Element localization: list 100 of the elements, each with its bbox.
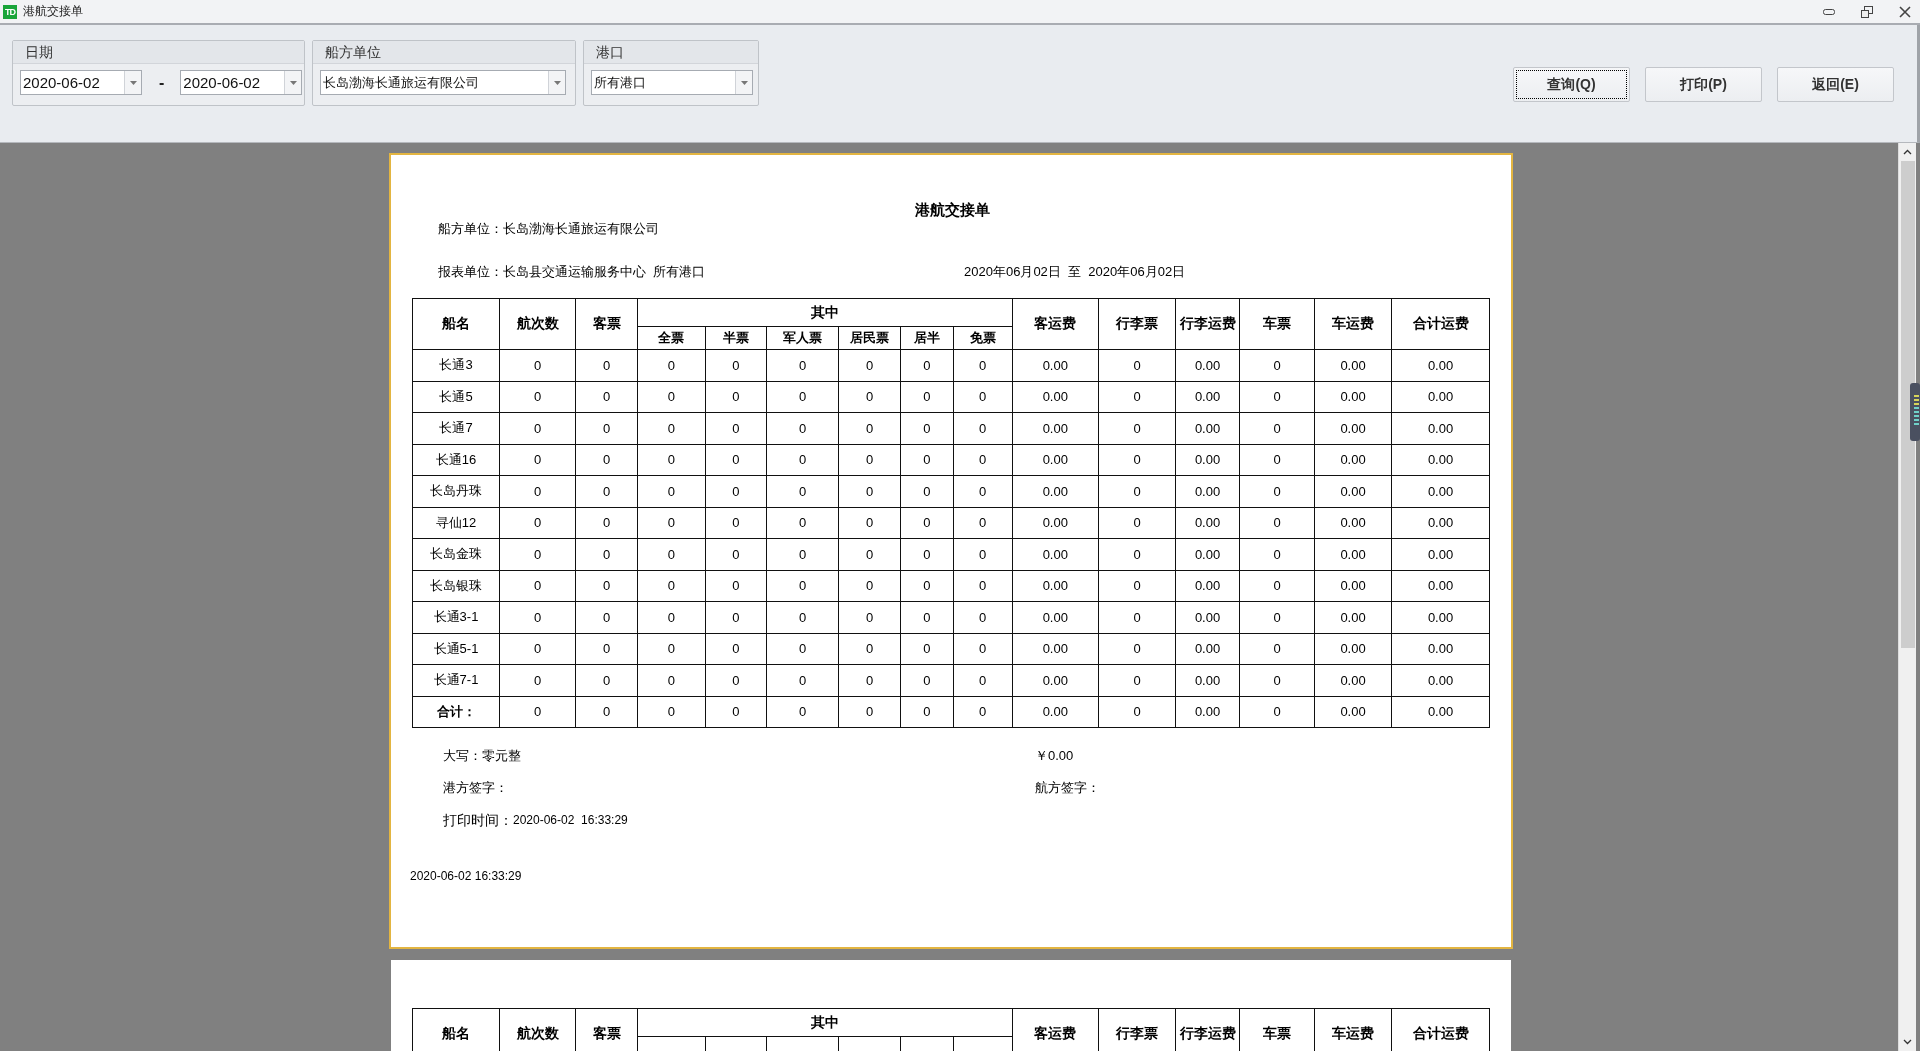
table-cell: 0.00 xyxy=(1391,601,1490,633)
column-header: 船名 xyxy=(412,298,500,350)
table-cell: 0 xyxy=(575,538,638,570)
table-cell: 0 xyxy=(900,696,953,728)
dropdown-arrow-icon[interactable] xyxy=(289,80,297,85)
scroll-thumb[interactable] xyxy=(1900,161,1915,648)
ship-unit-text: 船方单位：长岛渤海长通旅运有限公司 xyxy=(437,220,660,238)
table-cell: 0 xyxy=(766,475,839,507)
table-cell: 0 xyxy=(953,507,1013,539)
table-cell: 0 xyxy=(766,570,839,602)
table-cell: 0.00 xyxy=(1391,538,1490,570)
table-cell: 0 xyxy=(766,412,839,444)
minimize-icon[interactable] xyxy=(1823,8,1835,15)
table-cell: 长岛金珠 xyxy=(412,538,500,570)
table-cell: 0 xyxy=(766,601,839,633)
dropdown[interactable]: 长岛渤海长通旅运有限公司 xyxy=(320,70,566,95)
table-cell: 0.00 xyxy=(1012,475,1099,507)
table-cell: 0 xyxy=(953,538,1013,570)
column-header: 合计运费 xyxy=(1391,1008,1490,1051)
table-cell: 0.00 xyxy=(1314,570,1392,602)
column-header: 客票 xyxy=(575,1008,638,1051)
table-cell: 0.00 xyxy=(1391,507,1490,539)
table-cell: 0 xyxy=(705,601,767,633)
table-cell: 0 xyxy=(575,412,638,444)
scroll-down-icon[interactable] xyxy=(1903,1039,1912,1045)
page-footer-text: 2020-06-02 16:33:29 xyxy=(409,868,523,885)
table-cell: 0 xyxy=(953,601,1013,633)
table-cell: 0 xyxy=(1239,538,1315,570)
group-label: 港口 xyxy=(584,41,758,64)
table-cell: 0.00 xyxy=(1175,381,1240,413)
table-cell: 0 xyxy=(575,570,638,602)
table-cell: 0.00 xyxy=(1314,633,1392,665)
column-header: 行李票 xyxy=(1098,298,1176,350)
column-header: 居半 xyxy=(900,326,953,350)
table-cell: 0 xyxy=(705,570,767,602)
table-cell: 0 xyxy=(575,633,638,665)
column-header: 车运费 xyxy=(1314,298,1392,350)
table-cell: 0 xyxy=(705,381,767,413)
range-separator: - xyxy=(159,73,165,92)
table-cell: 0.00 xyxy=(1012,444,1099,476)
table-cell: 0 xyxy=(637,664,705,696)
table-cell: 0 xyxy=(900,475,953,507)
group-label: 日期 xyxy=(13,41,304,64)
table-cell: 长通16 xyxy=(412,444,500,476)
date-picker[interactable]: 2020-06-02 xyxy=(20,70,142,95)
column-header: 航次数 xyxy=(499,298,576,350)
table-cell: 0 xyxy=(838,349,901,381)
table-cell: 0 xyxy=(900,633,953,665)
dropdown-arrow-icon[interactable] xyxy=(553,80,561,85)
table-cell: 0.00 xyxy=(1314,475,1392,507)
table-cell: 0 xyxy=(637,538,705,570)
scroll-up-icon[interactable] xyxy=(1903,149,1912,155)
table-cell: 0 xyxy=(900,444,953,476)
table-cell: 0.00 xyxy=(1391,696,1490,728)
restore-icon[interactable] xyxy=(1861,5,1873,18)
table-cell: 长通3-1 xyxy=(412,601,500,633)
date-range-text: 2020年06月02日 至 2020年06月02日 xyxy=(964,263,1186,281)
action-button[interactable]: 打印(P) xyxy=(1645,67,1762,102)
report-title: 港航交接单 xyxy=(913,201,991,219)
table-cell: 0 xyxy=(705,507,767,539)
table-cell: 0 xyxy=(637,696,705,728)
table-cell: 0 xyxy=(1239,570,1315,602)
table-cell: 0.00 xyxy=(1012,633,1099,665)
table-cell: 0.00 xyxy=(1314,381,1392,413)
action-button[interactable]: 查询(Q) xyxy=(1513,67,1630,102)
table-cell: 0 xyxy=(499,570,576,602)
column-header: 客运费 xyxy=(1012,298,1099,350)
table-cell: 0.00 xyxy=(1391,570,1490,602)
table-cell: 0.00 xyxy=(1012,696,1099,728)
close-icon[interactable] xyxy=(1899,5,1911,18)
table-cell: 0 xyxy=(637,349,705,381)
table-cell: 0.00 xyxy=(1391,475,1490,507)
column-header: 客运费 xyxy=(1012,1008,1099,1051)
action-button[interactable]: 返回(E) xyxy=(1777,67,1894,102)
dropdown-arrow-icon[interactable] xyxy=(740,80,748,85)
table-cell: 0 xyxy=(705,412,767,444)
table-cell: 0 xyxy=(766,696,839,728)
table-cell: 0 xyxy=(766,633,839,665)
level-meter-icon[interactable] xyxy=(1910,383,1920,441)
window-title: 港航交接单 xyxy=(23,3,83,20)
report-unit-text: 报表单位：长岛县交通运输服务中心 所有港口 xyxy=(438,263,707,281)
table-cell: 0 xyxy=(900,664,953,696)
table-cell: 0 xyxy=(838,538,901,570)
table-cell: 长通7-1 xyxy=(412,664,500,696)
scrollbar[interactable] xyxy=(1898,143,1916,1051)
table-cell: 0 xyxy=(575,696,638,728)
print-time-label: 打印时间： xyxy=(443,811,513,829)
table-cell: 0 xyxy=(1239,349,1315,381)
column-header: 行李运费 xyxy=(1175,1008,1240,1051)
date-picker[interactable]: 2020-06-02 xyxy=(180,70,303,95)
table-cell: 0 xyxy=(900,381,953,413)
table-cell: 0 xyxy=(637,381,705,413)
dropdown-arrow-icon[interactable] xyxy=(129,80,137,85)
table-cell: 0 xyxy=(838,570,901,602)
table-cell: 0.00 xyxy=(1175,664,1240,696)
table-cell: 0 xyxy=(766,444,839,476)
dropdown[interactable]: 所有港口 xyxy=(591,70,753,95)
table-cell: 0 xyxy=(766,538,839,570)
table-cell: 0 xyxy=(838,664,901,696)
table-cell: 0.00 xyxy=(1012,664,1099,696)
